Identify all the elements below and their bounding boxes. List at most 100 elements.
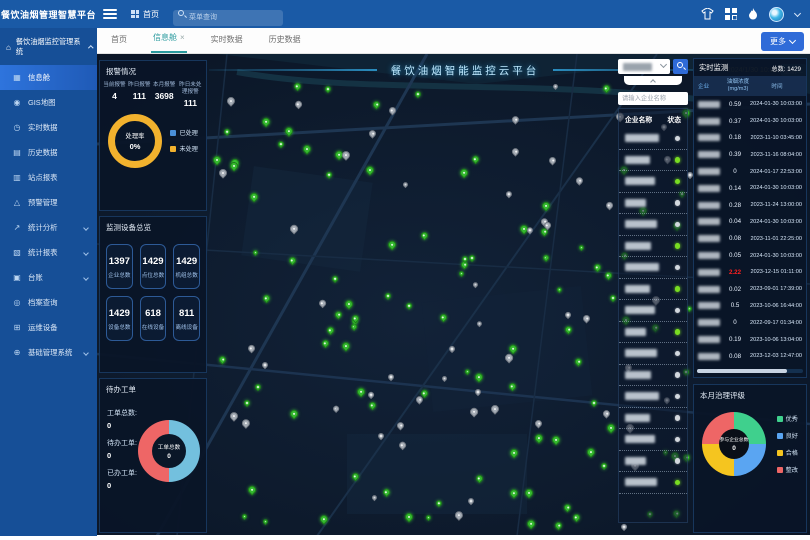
map-pin-green[interactable]	[351, 471, 361, 481]
chevron-down-icon[interactable]	[794, 9, 801, 16]
map-pin-green[interactable]	[260, 117, 271, 128]
map-pin-green[interactable]	[474, 473, 484, 483]
map-pin-gray[interactable]	[246, 344, 256, 354]
map-pin-green[interactable]	[364, 164, 376, 176]
map-pin-green[interactable]	[319, 513, 331, 525]
map-pin-green[interactable]	[414, 90, 423, 99]
map-pin-gray[interactable]	[367, 390, 375, 398]
map-pin-green[interactable]	[600, 462, 608, 470]
map-pin-gray[interactable]	[582, 313, 592, 323]
map-pin-green[interactable]	[302, 144, 313, 155]
map-pin-gray[interactable]	[388, 105, 398, 115]
enterprise-row[interactable]	[619, 300, 687, 322]
map-pin-green[interactable]	[606, 423, 617, 434]
map-pin-green[interactable]	[261, 294, 271, 304]
sidebar-item[interactable]: ▤ 历史数据	[0, 140, 97, 165]
realtime-row[interactable]: 0.37 2024-01-30 10:03:00	[694, 113, 806, 130]
sidebar-item[interactable]: ⊞ 运维设备	[0, 315, 97, 340]
realtime-row[interactable]: 0.08 2023-12-03 12:47:00	[694, 348, 806, 365]
breadcrumb[interactable]: 首页	[131, 9, 159, 20]
map-pin-gray[interactable]	[533, 418, 543, 428]
realtime-row[interactable]: 0 2024-01-17 22:53:00	[694, 163, 806, 180]
map-pin-green[interactable]	[424, 514, 431, 521]
map-pin-green[interactable]	[371, 100, 381, 110]
map-pin-green[interactable]	[525, 518, 536, 529]
map-pin-green[interactable]	[325, 325, 334, 334]
map-pin-gray[interactable]	[575, 176, 586, 187]
map-pin-green[interactable]	[254, 383, 263, 392]
sidebar-item[interactable]: ◉ GIS地图	[0, 90, 97, 115]
enterprise-row[interactable]	[619, 279, 687, 301]
realtime-row[interactable]: 0.59 2024-01-30 10:03:00	[694, 96, 806, 113]
map-pin-gray[interactable]	[318, 298, 327, 307]
map-pin-gray[interactable]	[504, 189, 513, 198]
map-pin-gray[interactable]	[294, 100, 303, 109]
map-pin-green[interactable]	[604, 271, 614, 281]
map-pin-gray[interactable]	[448, 345, 456, 353]
map-pin-green[interactable]	[288, 408, 299, 419]
map-pin-gray[interactable]	[398, 441, 407, 450]
enterprise-row[interactable]	[619, 472, 687, 494]
map-pin-gray[interactable]	[564, 310, 572, 318]
sidebar-item[interactable]: ↗ 统计分析	[0, 215, 97, 240]
map-pin-green[interactable]	[556, 286, 564, 294]
map-pin-green[interactable]	[222, 128, 230, 136]
realtime-row[interactable]: 0.04 2024-01-30 10:03:00	[694, 214, 806, 231]
map-pin-gray[interactable]	[510, 115, 520, 125]
realtime-row[interactable]: 0.08 2023-11-01 22:25:00	[694, 230, 806, 247]
map-pin-green[interactable]	[384, 292, 392, 300]
enterprise-row[interactable]	[619, 322, 687, 344]
layout-icon[interactable]	[725, 8, 737, 20]
map-pin-gray[interactable]	[605, 201, 615, 211]
map-pin-gray[interactable]	[453, 510, 465, 522]
close-icon[interactable]: ×	[180, 33, 185, 42]
enterprise-row[interactable]	[619, 193, 687, 215]
map-pin-green[interactable]	[350, 323, 358, 331]
map-pin-green[interactable]	[284, 125, 296, 137]
map-pin-green[interactable]	[578, 244, 585, 251]
map-pin-green[interactable]	[325, 171, 333, 179]
map-pin-green[interactable]	[252, 249, 259, 256]
theme-icon[interactable]	[701, 8, 714, 20]
map-pin-green[interactable]	[403, 511, 414, 522]
map-pin-green[interactable]	[381, 487, 390, 496]
enterprise-row[interactable]	[619, 451, 687, 473]
sidebar-item[interactable]: ▣ 台账	[0, 265, 97, 290]
realtime-row[interactable]: 0.28 2023-11-24 13:00:00	[694, 197, 806, 214]
map-pin-gray[interactable]	[395, 421, 405, 431]
map-pin-gray[interactable]	[341, 149, 353, 161]
realtime-row[interactable]: 0.39 2023-11-16 08:04:00	[694, 146, 806, 163]
map-pin-green[interactable]	[468, 254, 476, 262]
map-pin-gray[interactable]	[367, 128, 377, 138]
enterprise-select[interactable]	[618, 59, 670, 74]
map-pin-gray[interactable]	[225, 95, 236, 106]
map-pin-green[interactable]	[592, 263, 602, 273]
map-pin-green[interactable]	[590, 399, 598, 407]
map-pin-green[interactable]	[355, 386, 366, 397]
map-pin-gray[interactable]	[401, 180, 408, 187]
map-pin-green[interactable]	[241, 513, 248, 520]
realtime-row[interactable]: 0.19 2023-10-06 13:04:00	[694, 331, 806, 348]
sidebar-item[interactable]: ◷ 实时数据	[0, 115, 97, 140]
sidebar-item[interactable]: ◎ 档案查询	[0, 290, 97, 315]
enterprise-search-button[interactable]	[673, 59, 688, 74]
realtime-row[interactable]: 0.14 2024-01-30 10:03:00	[694, 180, 806, 197]
map-pin-green[interactable]	[217, 354, 227, 364]
map-pin-gray[interactable]	[371, 494, 379, 502]
horizontal-scrollbar[interactable]	[697, 369, 803, 373]
map-pin-gray[interactable]	[260, 361, 269, 370]
hamburger-menu-icon[interactable]	[103, 9, 117, 19]
map-pin-green[interactable]	[262, 518, 270, 526]
map-pin-green[interactable]	[292, 82, 301, 91]
map-pin-gray[interactable]	[476, 320, 484, 328]
map-pin-green[interactable]	[509, 447, 520, 458]
map-pin-green[interactable]	[541, 201, 552, 212]
map-pin-gray[interactable]	[441, 375, 448, 382]
tab[interactable]: 历史数据×	[267, 27, 303, 53]
map-pin-gray[interactable]	[526, 225, 535, 234]
map-pin-green[interactable]	[550, 434, 561, 445]
map-pin-green[interactable]	[471, 155, 480, 164]
map-pin-green[interactable]	[277, 140, 286, 149]
map-pin-green[interactable]	[564, 324, 574, 334]
enterprise-row[interactable]	[619, 365, 687, 387]
